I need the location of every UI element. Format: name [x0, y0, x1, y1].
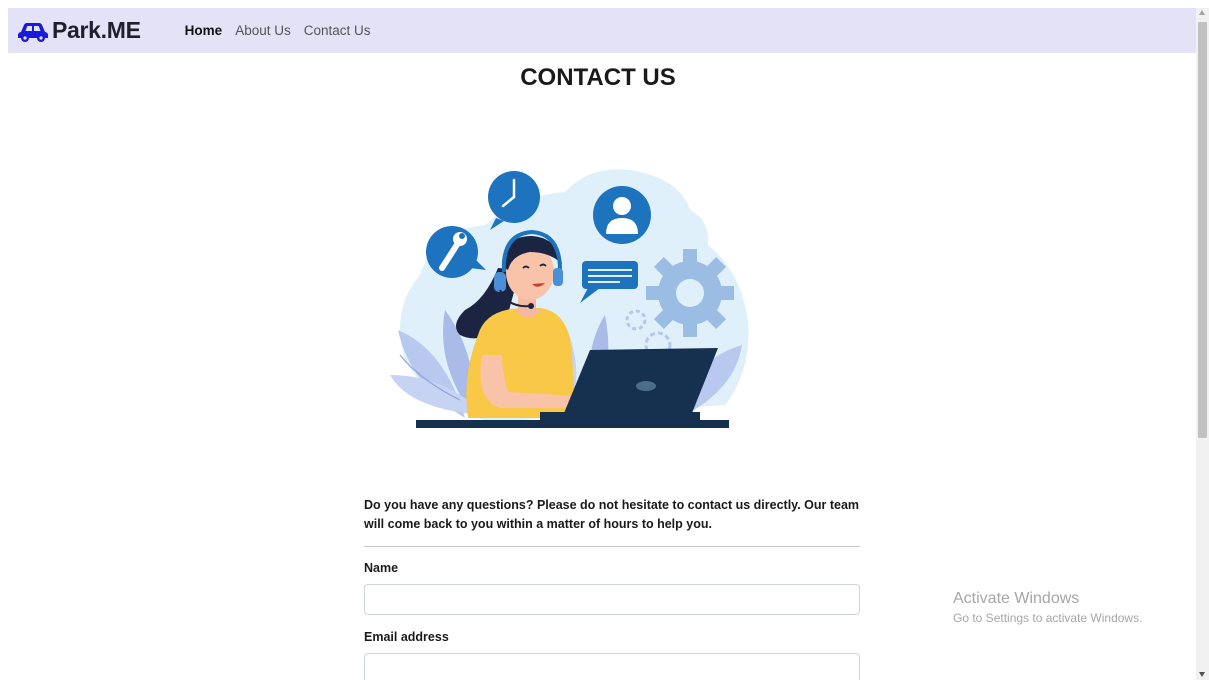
scrollbar-thumb[interactable]	[1198, 22, 1207, 438]
brand-name: Park.ME	[52, 17, 141, 43]
nav-about-us[interactable]: About Us	[235, 23, 291, 38]
brand-link[interactable]: Park.ME	[17, 17, 141, 44]
name-input[interactable]	[364, 584, 860, 615]
navbar: Park.ME Home About Us Contact Us	[8, 8, 1196, 53]
nav-contact-us[interactable]: Contact Us	[304, 23, 371, 38]
watermark-subtitle: Go to Settings to activate Windows.	[953, 611, 1143, 625]
windows-activation-watermark: Activate Windows Go to Settings to activ…	[953, 590, 1142, 625]
watermark-title: Activate Windows	[953, 590, 1080, 607]
email-input[interactable]	[364, 653, 860, 680]
scroll-down-arrow-icon[interactable]	[1199, 672, 1205, 677]
scrollbar[interactable]	[1196, 8, 1209, 680]
email-label: Email address	[364, 630, 449, 644]
intro-text: Do you have any questions? Please do not…	[364, 498, 860, 531]
car-icon	[18, 22, 48, 42]
scroll-up-arrow-icon[interactable]	[1199, 10, 1205, 15]
customer-support-illustration	[390, 169, 749, 428]
page-title: CONTACT US	[520, 64, 676, 91]
page: Park.ME Home About Us Contact Us CONTACT…	[0, 0, 1209, 680]
divider	[364, 546, 860, 547]
nav-links: Home About Us Contact Us	[185, 23, 384, 38]
nav-home[interactable]: Home	[185, 23, 223, 38]
name-label: Name	[364, 561, 399, 575]
